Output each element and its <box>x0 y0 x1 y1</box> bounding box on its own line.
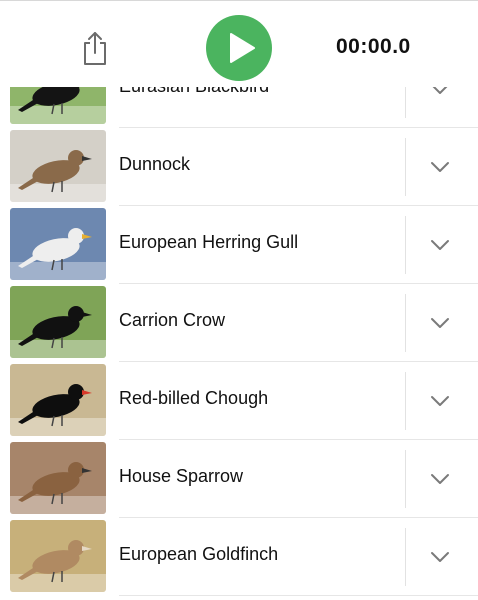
bird-name: Red-billed Chough <box>119 388 269 408</box>
chevron-down-icon[interactable] <box>428 315 452 331</box>
bird-rows: Eurasian Blackbird Dunnock European Herrin… <box>0 87 478 596</box>
chevron-down-icon[interactable] <box>428 549 452 565</box>
toolbar: 00:00.0 <box>0 1 478 87</box>
play-button[interactable] <box>206 15 272 81</box>
chevron-down-icon[interactable] <box>428 87 452 97</box>
bird-name: Eurasian Blackbird <box>119 87 269 97</box>
row-separator <box>405 87 406 118</box>
bird-row[interactable]: Eurasian Blackbird <box>0 87 478 128</box>
share-icon[interactable] <box>80 31 110 67</box>
bird-photo <box>10 364 106 436</box>
bird-list[interactable]: Eurasian Blackbird Dunnock European Herrin… <box>0 87 478 600</box>
chevron-down-icon[interactable] <box>428 471 452 487</box>
row-separator <box>405 138 406 196</box>
bird-row[interactable]: European Herring Gull <box>0 206 478 284</box>
bird-photo <box>10 208 106 280</box>
bird-row[interactable]: House Sparrow <box>0 440 478 518</box>
row-separator <box>405 216 406 274</box>
bird-name: Dunnock <box>119 154 191 174</box>
bird-row[interactable]: European Goldfinch <box>0 518 478 596</box>
bird-row[interactable]: Carrion Crow <box>0 284 478 362</box>
bird-name: European Goldfinch <box>119 544 279 564</box>
chevron-down-icon[interactable] <box>428 159 452 175</box>
bird-row[interactable]: Dunnock <box>0 128 478 206</box>
row-separator <box>405 372 406 430</box>
bird-photo <box>10 442 106 514</box>
timer-display: 00:00.0 <box>336 35 411 58</box>
bird-photo <box>10 87 106 124</box>
bird-photo <box>10 520 106 592</box>
play-icon <box>230 33 255 63</box>
bird-name: Carrion Crow <box>119 310 226 330</box>
bird-name: European Herring Gull <box>119 232 299 252</box>
bird-name: House Sparrow <box>119 466 244 486</box>
bird-photo <box>10 130 106 202</box>
bird-row[interactable]: Red-billed Chough <box>0 362 478 440</box>
row-divider <box>119 595 478 596</box>
bird-photo <box>10 286 106 358</box>
row-separator <box>405 450 406 508</box>
row-separator <box>405 294 406 352</box>
chevron-down-icon[interactable] <box>428 393 452 409</box>
chevron-down-icon[interactable] <box>428 237 452 253</box>
row-separator <box>405 528 406 586</box>
